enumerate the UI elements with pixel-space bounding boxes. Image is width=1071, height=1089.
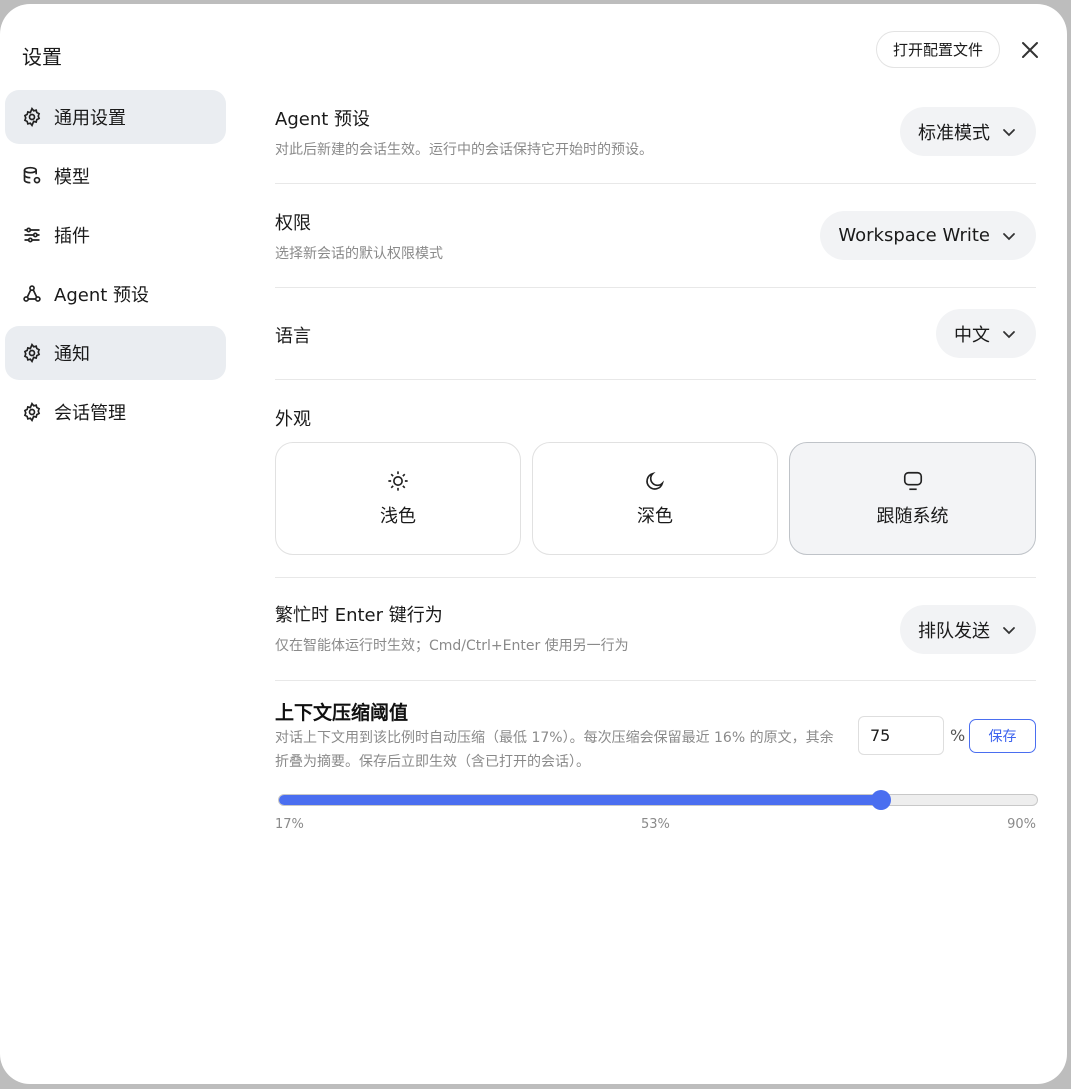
dropdown-value: 中文 <box>954 324 990 346</box>
divider <box>275 680 1036 681</box>
threshold-slider[interactable] <box>278 790 1038 810</box>
dropdown-value: 标准模式 <box>918 122 990 144</box>
moon-icon <box>644 470 666 496</box>
permission-row: 权限 选择新会话的默认权限模式 Workspace Write <box>275 209 1036 263</box>
open-config-button[interactable]: 打开配置文件 <box>876 31 1000 68</box>
save-button[interactable]: 保存 <box>969 719 1036 753</box>
context-compress-title: 上下文压缩阈值 <box>275 702 409 724</box>
slider-tick-min: 17% <box>275 817 304 832</box>
sidebar-item-general[interactable]: 通用设置 <box>5 90 226 144</box>
sun-icon <box>387 470 409 496</box>
chevron-down-icon <box>1002 229 1016 243</box>
dropdown-value: Workspace Write <box>838 225 990 246</box>
close-icon[interactable] <box>1018 38 1042 62</box>
sidebar: 通用设置 模型 插件 Agent 预设 通知 会话管理 <box>5 90 226 444</box>
appearance-options: 浅色 深色 跟随系统 <box>275 442 1036 555</box>
sidebar-item-models[interactable]: 模型 <box>5 149 226 203</box>
threshold-input[interactable]: 75 <box>858 716 944 755</box>
sidebar-item-label: 会话管理 <box>54 403 126 424</box>
sidebar-item-session-management[interactable]: 会话管理 <box>5 385 226 439</box>
busy-enter-dropdown[interactable]: 排队发送 <box>900 605 1036 654</box>
slider-tick-max: 90% <box>1007 817 1036 832</box>
appearance-dark-card[interactable]: 深色 <box>532 442 778 555</box>
appearance-title: 外观 <box>275 409 311 430</box>
divider <box>275 577 1036 578</box>
busy-enter-row: 繁忙时 Enter 键行为 仅在智能体运行时生效；Cmd/Ctrl+Enter … <box>275 601 1036 655</box>
appearance-option-label: 跟随系统 <box>876 505 949 527</box>
gear-icon <box>21 106 43 128</box>
slider-tick-mid: 53% <box>641 817 670 832</box>
sidebar-item-label: 通知 <box>54 344 90 365</box>
divider <box>275 287 1036 288</box>
dialog-title: 设置 <box>22 45 62 69</box>
appearance-option-label: 浅色 <box>380 505 416 527</box>
language-row: 语言 中文 <box>275 309 1036 358</box>
sidebar-item-notifications[interactable]: 通知 <box>5 326 226 380</box>
gear-icon <box>21 342 43 364</box>
agent-preset-dropdown[interactable]: 标准模式 <box>900 107 1036 156</box>
language-dropdown[interactable]: 中文 <box>936 309 1036 358</box>
appearance-option-label: 深色 <box>637 505 673 527</box>
database-gear-icon <box>21 165 43 187</box>
context-compress-desc: 对话上下文用到该比例时自动压缩（最低 17%）。每次压缩会保留最近 16% 的原… <box>275 730 834 770</box>
chevron-down-icon <box>1002 327 1016 341</box>
percent-unit: % <box>950 726 966 745</box>
divider <box>275 379 1036 380</box>
slider-fill <box>279 795 882 805</box>
slider-thumb[interactable] <box>871 790 892 810</box>
gear-icon <box>21 401 43 423</box>
nodes-icon <box>21 283 43 305</box>
settings-dialog: 设置 打开配置文件 通用设置 模型 插件 Agent 预设 通知 会话管理 Ag… <box>0 4 1067 1084</box>
sidebar-item-agent-preset[interactable]: Agent 预设 <box>5 267 226 321</box>
divider <box>275 183 1036 184</box>
sidebar-item-label: Agent 预设 <box>54 285 150 306</box>
monitor-icon <box>902 470 924 496</box>
permission-dropdown[interactable]: Workspace Write <box>820 211 1036 260</box>
appearance-system-card[interactable]: 跟随系统 <box>789 442 1036 555</box>
appearance-light-card[interactable]: 浅色 <box>275 442 521 555</box>
chevron-down-icon <box>1002 623 1016 637</box>
dropdown-value: 排队发送 <box>918 620 990 642</box>
sidebar-item-plugins[interactable]: 插件 <box>5 208 226 262</box>
appearance-row: 外观 <box>275 405 1036 431</box>
language-title: 语言 <box>275 326 311 347</box>
chevron-down-icon <box>1002 125 1016 139</box>
sidebar-item-label: 模型 <box>54 167 90 188</box>
sliders-icon <box>21 224 43 246</box>
agent-preset-row: Agent 预设 对此后新建的会话生效。运行中的会话保持它开始时的预设。 标准模… <box>275 105 1036 159</box>
sidebar-item-label: 通用设置 <box>54 108 126 129</box>
sidebar-item-label: 插件 <box>54 226 90 247</box>
